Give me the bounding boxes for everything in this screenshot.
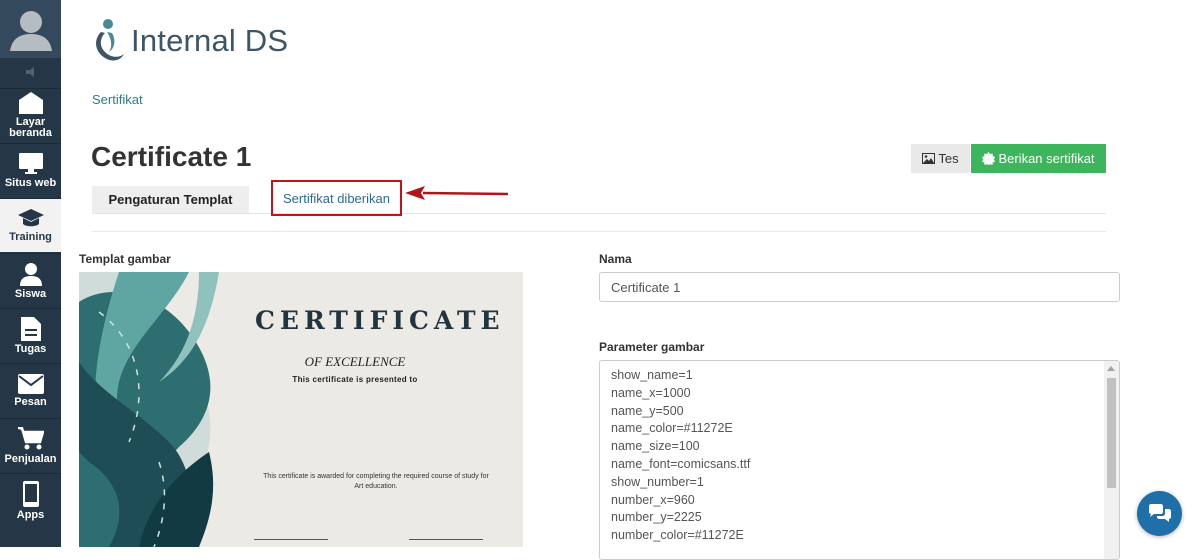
document-icon: [20, 316, 41, 341]
user-icon: [19, 262, 42, 286]
phone-icon: [22, 480, 39, 507]
image-params-label: Parameter gambar: [599, 340, 705, 354]
envelope-icon: [17, 373, 44, 394]
tab-divider: [92, 213, 1106, 214]
param-line: show_number=1: [611, 474, 704, 489]
give-certificate-label: Berikan sertifikat: [998, 151, 1095, 166]
monitor-icon: [18, 152, 43, 174]
test-button[interactable]: Tes: [911, 144, 970, 173]
logo-mark-icon: [96, 19, 124, 61]
certificate-title-text: CERTIFICATE: [255, 306, 505, 335]
param-line: number_x=960: [611, 492, 695, 507]
param-line: name_y=500: [611, 403, 684, 418]
sidebar-item-training[interactable]: Training: [0, 198, 61, 252]
param-line: number_color=#11272E: [611, 528, 744, 543]
avatar[interactable]: [0, 0, 61, 58]
graduation-cap-icon: [17, 208, 44, 226]
param-line: name_font=comicsans.ttf: [611, 456, 751, 471]
collapse-icon: [25, 67, 34, 77]
home-icon: [18, 92, 43, 114]
param-line: show_name=1: [611, 368, 693, 382]
sidebar-item-label: Situs web: [4, 176, 57, 189]
name-input[interactable]: Certificate 1: [599, 272, 1120, 302]
sidebar-item-label: Layar beranda: [9, 116, 52, 139]
sidebar: Layar beranda Situs web Training Siswa T…: [0, 0, 61, 547]
sidebar-item-label: Penjualan: [4, 452, 57, 465]
sidebar-item-situs-web[interactable]: Situs web: [0, 143, 61, 197]
certificate-presented-text: This certificate is presented to: [292, 375, 418, 384]
page-title: Certificate 1: [91, 141, 252, 172]
certificate-badge-icon: [982, 152, 996, 165]
avatar-user-icon: [9, 11, 52, 51]
textarea-scrollbar[interactable]: [1104, 361, 1119, 559]
sidebar-item-label: Tugas: [14, 342, 47, 355]
sidebar-item-penjualan[interactable]: Penjualan: [0, 418, 61, 472]
image-icon: [922, 153, 936, 164]
test-button-label: Tes: [938, 151, 959, 166]
tab-sertifikat-diberikan[interactable]: Sertifikat diberikan: [271, 180, 402, 216]
certificate-subtitle-text: OF EXCELLENCE: [304, 354, 406, 369]
template-image-label: Templat gambar: [79, 252, 171, 266]
param-line: number_y=2225: [611, 510, 702, 525]
sidebar-item-apps[interactable]: Apps: [0, 473, 61, 527]
param-line: name_size=100: [611, 439, 700, 454]
sidebar-item-tugas[interactable]: Tugas: [0, 308, 61, 362]
logo-text: Internal DS: [131, 23, 289, 58]
sidebar-item-layar-beranda[interactable]: Layar beranda: [0, 88, 61, 142]
tab-pengaturan-templat[interactable]: Pengaturan Templat: [92, 186, 249, 213]
certificate-body-text: This certificate is awarded for completi…: [263, 473, 489, 490]
annotation-arrow-icon: [405, 186, 509, 200]
signature-line: [409, 539, 483, 540]
scroll-up-arrow-icon[interactable]: [1107, 366, 1115, 371]
param-line: name_color=#11272E: [611, 421, 733, 436]
sidebar-collapse-button[interactable]: [0, 58, 61, 86]
image-params-textarea[interactable]: show_name=1 name_x=1000 name_y=500 name_…: [599, 360, 1120, 560]
brand-logo[interactable]: Internal DS: [91, 18, 288, 64]
sidebar-item-label: Pesan: [14, 395, 47, 408]
name-label: Nama: [599, 252, 632, 266]
param-line: name_x=1000: [611, 385, 691, 400]
sidebar-item-label: Apps: [16, 508, 45, 521]
give-certificate-button[interactable]: Berikan sertifikat: [971, 144, 1106, 173]
sidebar-item-label: Siswa: [14, 287, 47, 300]
section-divider: [92, 231, 1106, 232]
cart-icon: [17, 426, 44, 449]
chat-bubbles-icon: [1148, 503, 1171, 522]
scrollbar-thumb[interactable]: [1107, 378, 1116, 488]
sidebar-item-label: Training: [9, 230, 52, 243]
signature-line: [254, 539, 328, 540]
sidebar-item-pesan[interactable]: Pesan: [0, 363, 61, 417]
params-lines: show_name=1 name_x=1000 name_y=500 name_…: [600, 361, 1119, 545]
breadcrumb[interactable]: Sertifikat: [92, 92, 143, 107]
chat-widget-button[interactable]: [1137, 491, 1182, 536]
sidebar-item-siswa[interactable]: Siswa: [0, 253, 61, 307]
